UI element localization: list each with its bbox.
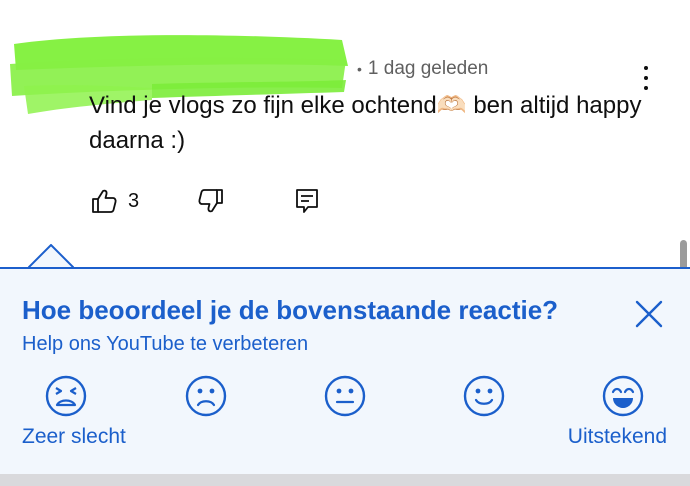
survey-pointer (28, 244, 74, 269)
like-count: 3 (128, 189, 140, 212)
comment-actions: 3 (90, 186, 321, 216)
neutral-face-icon[interactable] (323, 374, 367, 418)
good-face-icon[interactable] (462, 374, 506, 418)
cut-off-toolbar (90, 0, 320, 2)
rating-survey-panel: Hoe beoordeel je de bovenstaande reactie… (0, 267, 690, 486)
dislike-button[interactable] (197, 187, 225, 215)
comment-timestamp: 1 dag geleden (367, 58, 489, 79)
survey-title: Hoe beoordeel je de bovenstaande reactie… (22, 295, 559, 325)
bad-face-icon[interactable] (184, 374, 228, 418)
close-icon[interactable] (632, 297, 666, 331)
survey-subtitle: Help ons YouTube te verbeteren (22, 333, 309, 355)
bottom-bar (0, 474, 690, 486)
very-bad-face-icon[interactable] (44, 374, 88, 418)
youtube-comment-screen: • 1 dag geleden Vind je vlogs zo fijn el… (0, 0, 690, 486)
more-options-icon[interactable] (636, 66, 656, 90)
rating-label-low: Zeer slecht (22, 425, 126, 448)
rating-options (44, 374, 644, 418)
rating-label-high: Uitstekend (567, 425, 667, 448)
separator-dot: • (357, 61, 362, 77)
reply-icon[interactable] (293, 187, 321, 215)
like-icon[interactable] (90, 187, 118, 215)
dislike-icon[interactable] (197, 187, 225, 215)
excellent-face-icon[interactable] (601, 374, 645, 418)
comment-text: Vind je vlogs zo fijn elke ochtend🫶🏻 ben… (89, 92, 642, 154)
comment-meta: • 1 dag geleden (355, 58, 488, 80)
